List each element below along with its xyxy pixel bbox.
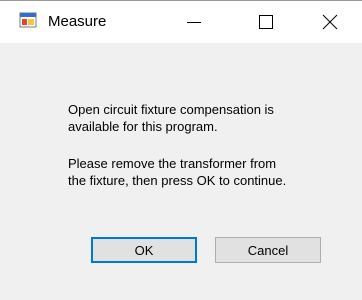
close-button[interactable]: [306, 1, 354, 43]
title-bar[interactable]: Measure: [0, 1, 362, 43]
message-line: Open circuit fixture compensation is: [68, 102, 274, 117]
minimize-icon: [187, 22, 201, 23]
minimize-button[interactable]: [170, 1, 218, 43]
close-icon: [322, 14, 338, 30]
message-line: Please remove the transformer from: [68, 156, 277, 171]
ok-button[interactable]: OK: [91, 237, 197, 263]
message-paragraph-2: Please remove the transformer from the f…: [68, 155, 286, 189]
measure-app-icon: [19, 11, 37, 29]
cancel-button[interactable]: Cancel: [215, 237, 321, 263]
maximize-button[interactable]: [242, 1, 290, 43]
message-line: available for this program.: [68, 119, 218, 134]
measure-dialog: Measure Open circuit fixture compensatio…: [0, 0, 362, 300]
maximize-icon: [259, 15, 273, 29]
window-title: Measure: [48, 13, 107, 30]
message-paragraph-1: Open circuit fixture compensation is ava…: [68, 101, 274, 135]
message-line: the fixture, then press OK to continue.: [68, 173, 287, 188]
